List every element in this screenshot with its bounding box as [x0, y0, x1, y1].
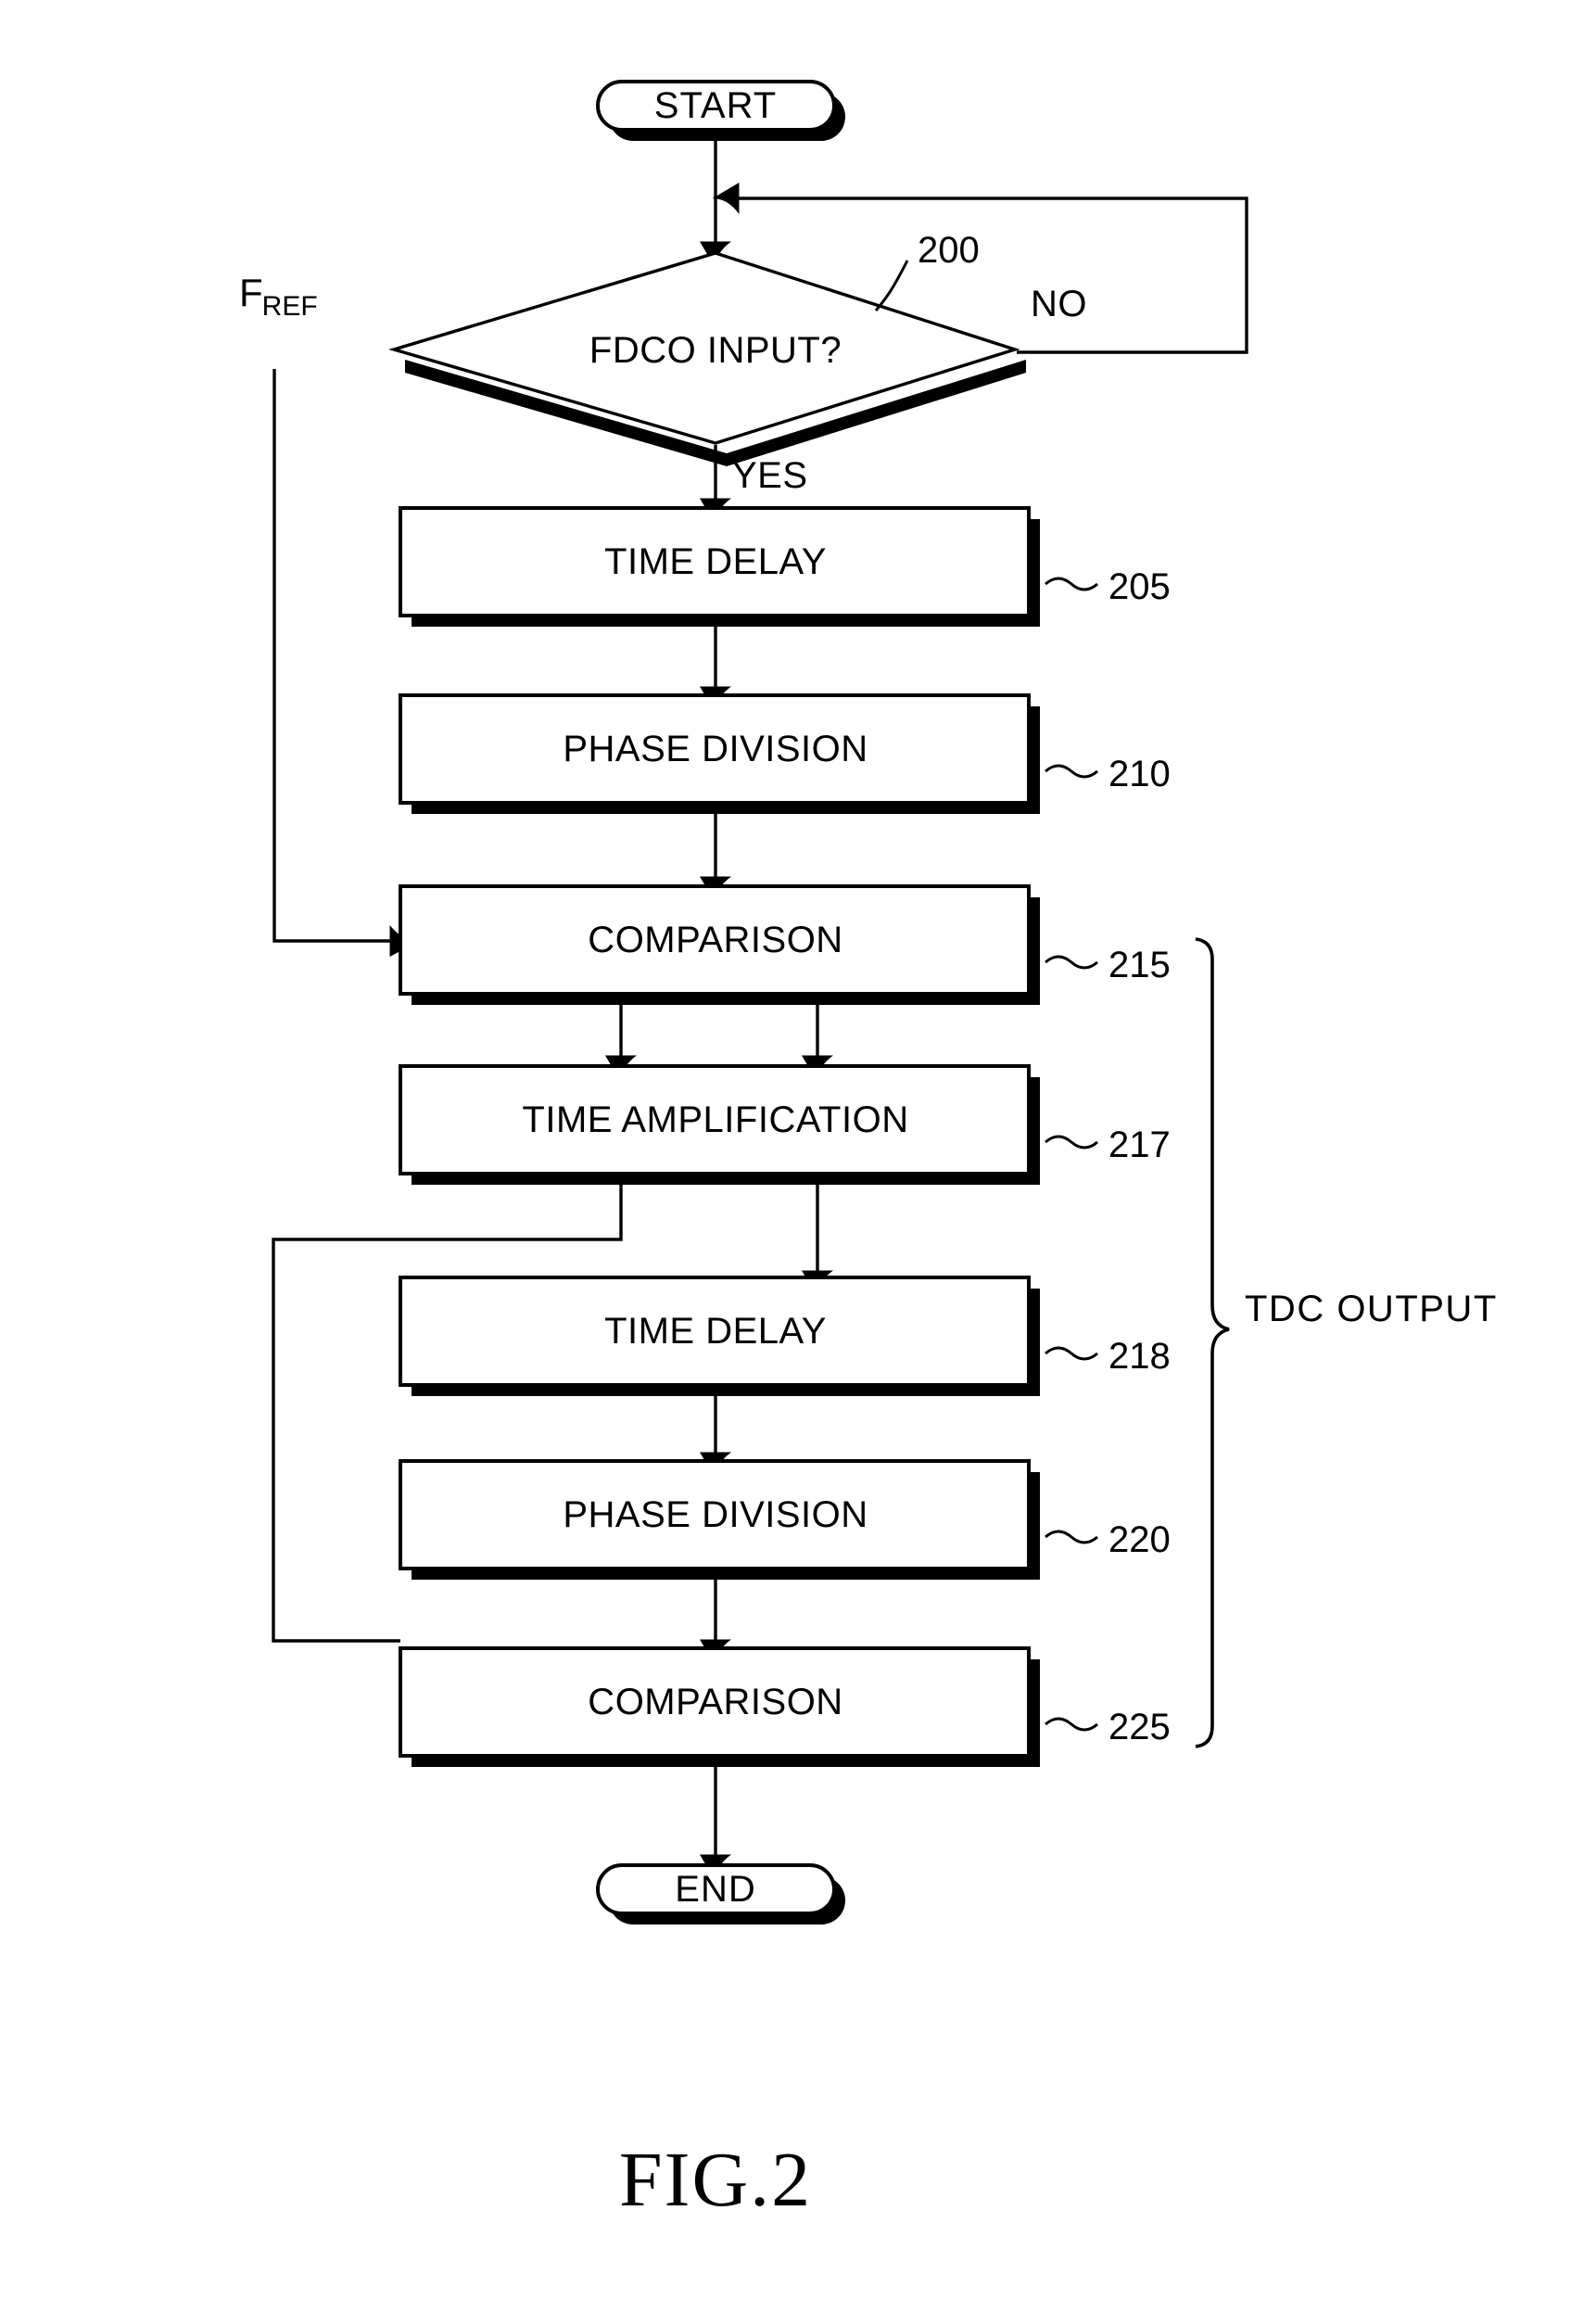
- decision-label: FDCO INPUT?: [589, 330, 842, 371]
- leader-218: [1045, 1346, 1098, 1361]
- step-label-225: COMPARISON: [588, 1682, 843, 1722]
- ref-number-225: 225: [1108, 1707, 1171, 1747]
- fref-subscript: REF: [261, 291, 318, 322]
- leader-225: [1045, 1717, 1098, 1732]
- decision-yes-label: YES: [732, 455, 808, 496]
- ref-number-210: 210: [1108, 754, 1171, 794]
- connector-fref-to-comparison-215: [272, 369, 420, 957]
- figure-caption: FIG.2: [618, 2137, 813, 2223]
- ref-number-220: 220: [1108, 1519, 1171, 1560]
- tdc-output-label: TDC OUTPUT: [1245, 1289, 1498, 1329]
- terminal-end-label: END: [675, 1869, 756, 1910]
- leader-200: [874, 260, 909, 311]
- fref-signal-label: FREF: [239, 271, 319, 321]
- ref-number-218: 218: [1108, 1336, 1171, 1377]
- leader-220: [1045, 1530, 1098, 1544]
- decision-no-label: NO: [1031, 284, 1087, 324]
- step-label-220: PHASE DIVISION: [563, 1494, 868, 1535]
- ref-number-215: 215: [1108, 945, 1171, 985]
- leader-205: [1045, 577, 1098, 591]
- terminal-start-label: START: [653, 85, 778, 126]
- fref-base: F: [239, 271, 263, 314]
- tdc-output-brace: [1195, 937, 1230, 1748]
- step-label-215: COMPARISON: [588, 920, 843, 960]
- step-label-218: TIME DELAY: [604, 1311, 827, 1352]
- ref-number-205: 205: [1108, 566, 1171, 607]
- ref-number-200: 200: [918, 230, 980, 271]
- step-label-210: PHASE DIVISION: [563, 729, 868, 769]
- leader-215: [1045, 955, 1098, 970]
- leader-217: [1045, 1135, 1098, 1150]
- ref-number-217: 217: [1108, 1124, 1171, 1165]
- step-label-217: TIME AMPLIFICATION: [522, 1099, 909, 1140]
- figure-2-flowchart: START FDCO INPUT? 200 NO YES FREF TIME D…: [0, 0, 1596, 2312]
- leader-210: [1045, 764, 1098, 779]
- step-label-205: TIME DELAY: [604, 541, 827, 582]
